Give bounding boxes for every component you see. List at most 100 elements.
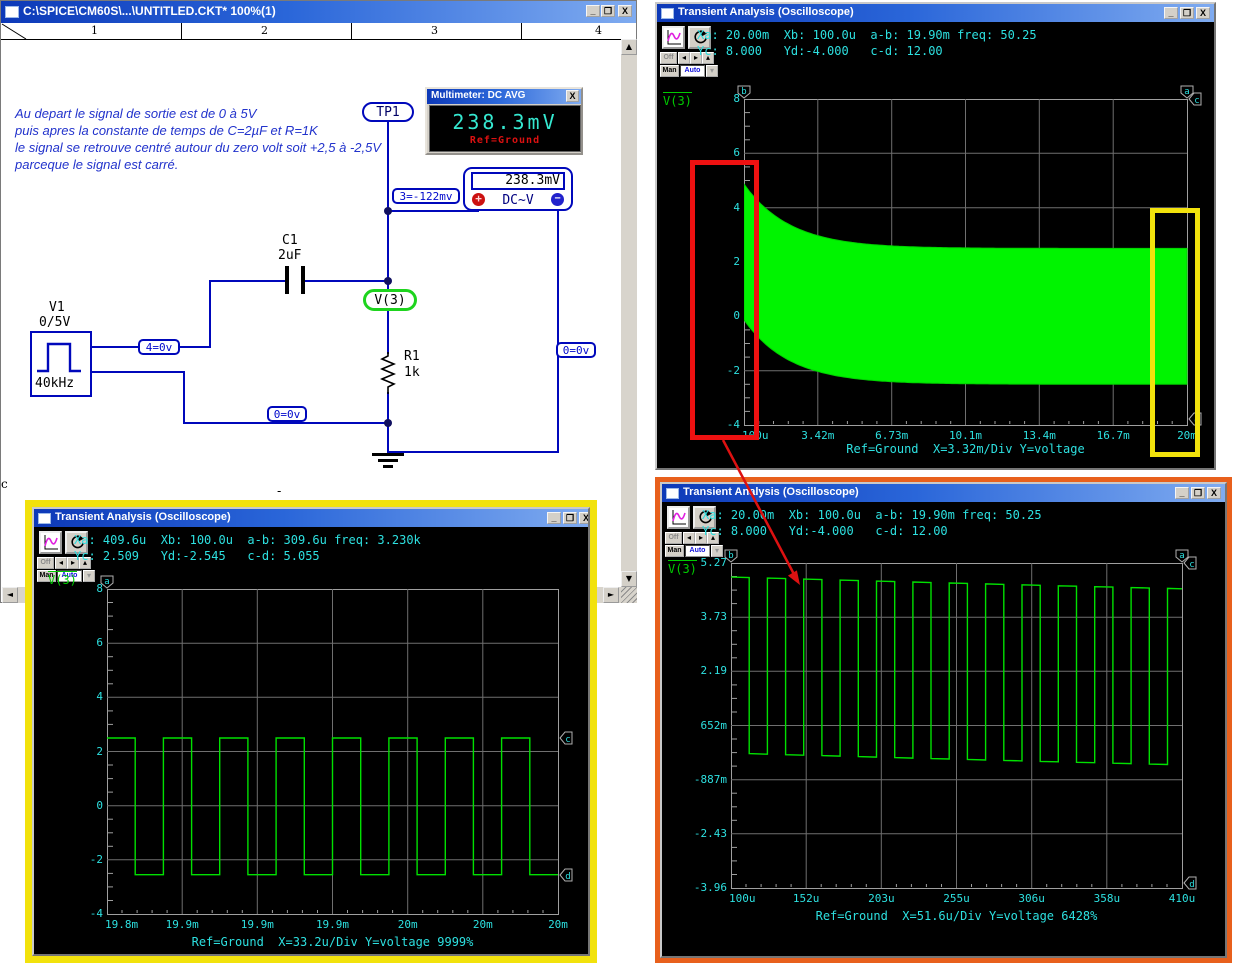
cursor-marker-c[interactable]: c (559, 731, 573, 745)
node-v3-label[interactable]: V(3) (363, 289, 417, 311)
scroll-left-icon[interactable]: ◂ (55, 557, 67, 569)
svg-text:d: d (565, 872, 570, 882)
scope-title: Transient Analysis (Oscilloscope) (678, 6, 854, 18)
off-button[interactable]: Off (37, 557, 54, 569)
annotation-text[interactable]: Au depart le signal de sortie est de 0 à… (15, 105, 381, 173)
wire-v1-up-vert (209, 280, 211, 348)
trace-label-v3[interactable]: V(3) (663, 92, 692, 108)
cursor-marker-c[interactable]: c (1188, 92, 1202, 106)
man-button[interactable]: Man (665, 545, 684, 557)
off-button[interactable]: Off (660, 52, 677, 64)
red-highlight-rect (690, 160, 759, 440)
close-button[interactable]: X (579, 512, 590, 524)
multimeter-title: Multimeter: DC AVG (431, 90, 525, 101)
wire-label-bottom[interactable]: 0=0v (267, 406, 307, 422)
maximize-button[interactable]: ❐ (1191, 487, 1205, 499)
wire-label-node3[interactable]: 3=-122mv (392, 188, 460, 204)
close-button[interactable]: X (618, 5, 632, 17)
schematic-titlebar[interactable]: C:\SPICE\CM60S\...\UNTITLED.CKT* 100%(1)… (1, 1, 636, 23)
oscilloscope-window-main: Transient Analysis (Oscilloscope) _❐X Off◂… (655, 2, 1216, 470)
x-tick-label: 6.73m (857, 429, 927, 442)
maximize-button[interactable]: ❐ (1180, 7, 1194, 19)
cursor-marker-b[interactable]: b (724, 549, 738, 563)
capacitor-plate (285, 266, 289, 294)
minimize-button[interactable]: _ (1164, 7, 1178, 19)
waveform-tool-button[interactable] (662, 26, 685, 49)
svg-text:c: c (1189, 560, 1194, 570)
svg-text:b: b (728, 551, 733, 561)
minimize-button[interactable]: _ (547, 512, 561, 524)
sine-icon (669, 508, 688, 527)
y-tick-label: 8 (696, 92, 740, 105)
annotation-line: puis apres la constante de temps de C=2µ… (15, 122, 381, 139)
maximize-button[interactable]: ❐ (601, 5, 615, 17)
x-tick-label: 3.42m (783, 429, 853, 442)
square-pulse-icon (34, 336, 90, 376)
man-button[interactable]: Man (660, 65, 679, 77)
wire-cap-right (303, 280, 389, 282)
resize-grip[interactable] (621, 587, 637, 603)
v1-source[interactable]: 40kHz (30, 331, 92, 397)
wire-v1-lower (91, 371, 185, 373)
waveform-tool-button[interactable] (667, 506, 690, 529)
svg-text:a: a (104, 577, 109, 587)
wire-label-meter-neg[interactable]: 0=0v (556, 342, 596, 358)
window-icon (38, 513, 51, 524)
cursor-marker-d[interactable]: d (559, 868, 573, 882)
y-tick-label: 5.27 (683, 556, 727, 569)
cursor-readout-line2: Yc: 8.000 Yd:-4.000 c-d: 12.00 (697, 44, 943, 58)
close-button[interactable]: X (1207, 487, 1221, 499)
scroll-left-icon[interactable]: ◂ (678, 52, 690, 64)
scroll-left-icon[interactable]: ◂ (683, 532, 695, 544)
scope-titlebar[interactable]: Transient Analysis (Oscilloscope) _❐X (662, 484, 1225, 502)
wire-cap-left (210, 280, 287, 282)
r1-resistor[interactable] (380, 352, 396, 394)
scroll-up-icon[interactable]: ▲ (621, 39, 637, 55)
cursor-marker-c[interactable]: c (1183, 556, 1197, 570)
cursor-marker-a[interactable]: a (100, 575, 114, 589)
stray-dash: - (277, 484, 281, 498)
maximize-button[interactable]: ❐ (563, 512, 577, 524)
scope-titlebar[interactable]: Transient Analysis (Oscilloscope)_❐X (34, 509, 588, 527)
orange-highlight-frame: Transient Analysis (Oscilloscope) _❐X Off◂… (655, 477, 1232, 963)
axis-caption: Ref=Ground X=3.32m/Div Y=voltage (744, 442, 1187, 456)
ground-symbol[interactable] (372, 453, 404, 471)
multimeter-titlebar[interactable]: Multimeter: DC AVG X (427, 89, 581, 104)
minimize-button[interactable]: _ (586, 5, 600, 17)
x-tick-label: 203u (846, 892, 916, 905)
dropdown-icon[interactable]: ▾ (706, 65, 718, 77)
dropdown-icon[interactable]: ▾ (83, 570, 95, 582)
r1-value: 1k (404, 365, 420, 380)
svg-text:c: c (565, 735, 570, 745)
scroll-left-icon[interactable]: ◄ (2, 587, 18, 603)
cursor-readout-line2: Yc: 2.509 Yd:-2.545 c-d: 5.055 (74, 549, 320, 563)
minimize-button[interactable]: _ (1175, 487, 1189, 499)
oscilloscope-window-zoom-end: Transient Analysis (Oscilloscope)_❐X Off◂… (32, 507, 590, 956)
off-button[interactable]: Off (665, 532, 682, 544)
scroll-down-icon[interactable]: ▼ (621, 571, 637, 587)
ground-bar (372, 453, 404, 456)
multimeter-display: 238.3mV Ref=Ground (429, 105, 581, 152)
waveform-tool-button[interactable] (39, 531, 62, 554)
annotation-line: le signal se retrouve centré autour du z… (15, 139, 381, 156)
c1-capacitor[interactable] (285, 266, 305, 294)
testpoint-tp1[interactable]: TP1 (362, 102, 414, 122)
scope-titlebar[interactable]: Transient Analysis (Oscilloscope) _❐X (657, 4, 1214, 22)
close-button[interactable]: X (1196, 7, 1210, 19)
cursor-marker-d[interactable]: d (1183, 876, 1197, 890)
wire-label-source-out[interactable]: 4=0v (138, 339, 180, 355)
close-icon[interactable]: X (566, 90, 579, 102)
annotation-line: Au depart le signal de sortie est de 0 à… (15, 105, 381, 122)
sine-icon (664, 28, 683, 47)
cursor-marker-b[interactable]: b (737, 85, 751, 99)
y-tick-label: -4 (59, 907, 103, 920)
scope-title: Transient Analysis (Oscilloscope) (683, 486, 859, 498)
junction-dot (384, 207, 392, 215)
meter-symbol[interactable]: 238.3mV + DC~V − (463, 167, 573, 211)
scroll-right-icon[interactable]: ► (603, 587, 619, 603)
multimeter-popup[interactable]: Multimeter: DC AVG X 238.3mV Ref=Ground (425, 87, 583, 155)
stray-text-c: c (1, 477, 8, 491)
auto-button[interactable]: Auto (680, 65, 705, 77)
v-scrollbar[interactable]: ▲ ▼ (621, 39, 637, 587)
sine-icon (41, 533, 60, 552)
